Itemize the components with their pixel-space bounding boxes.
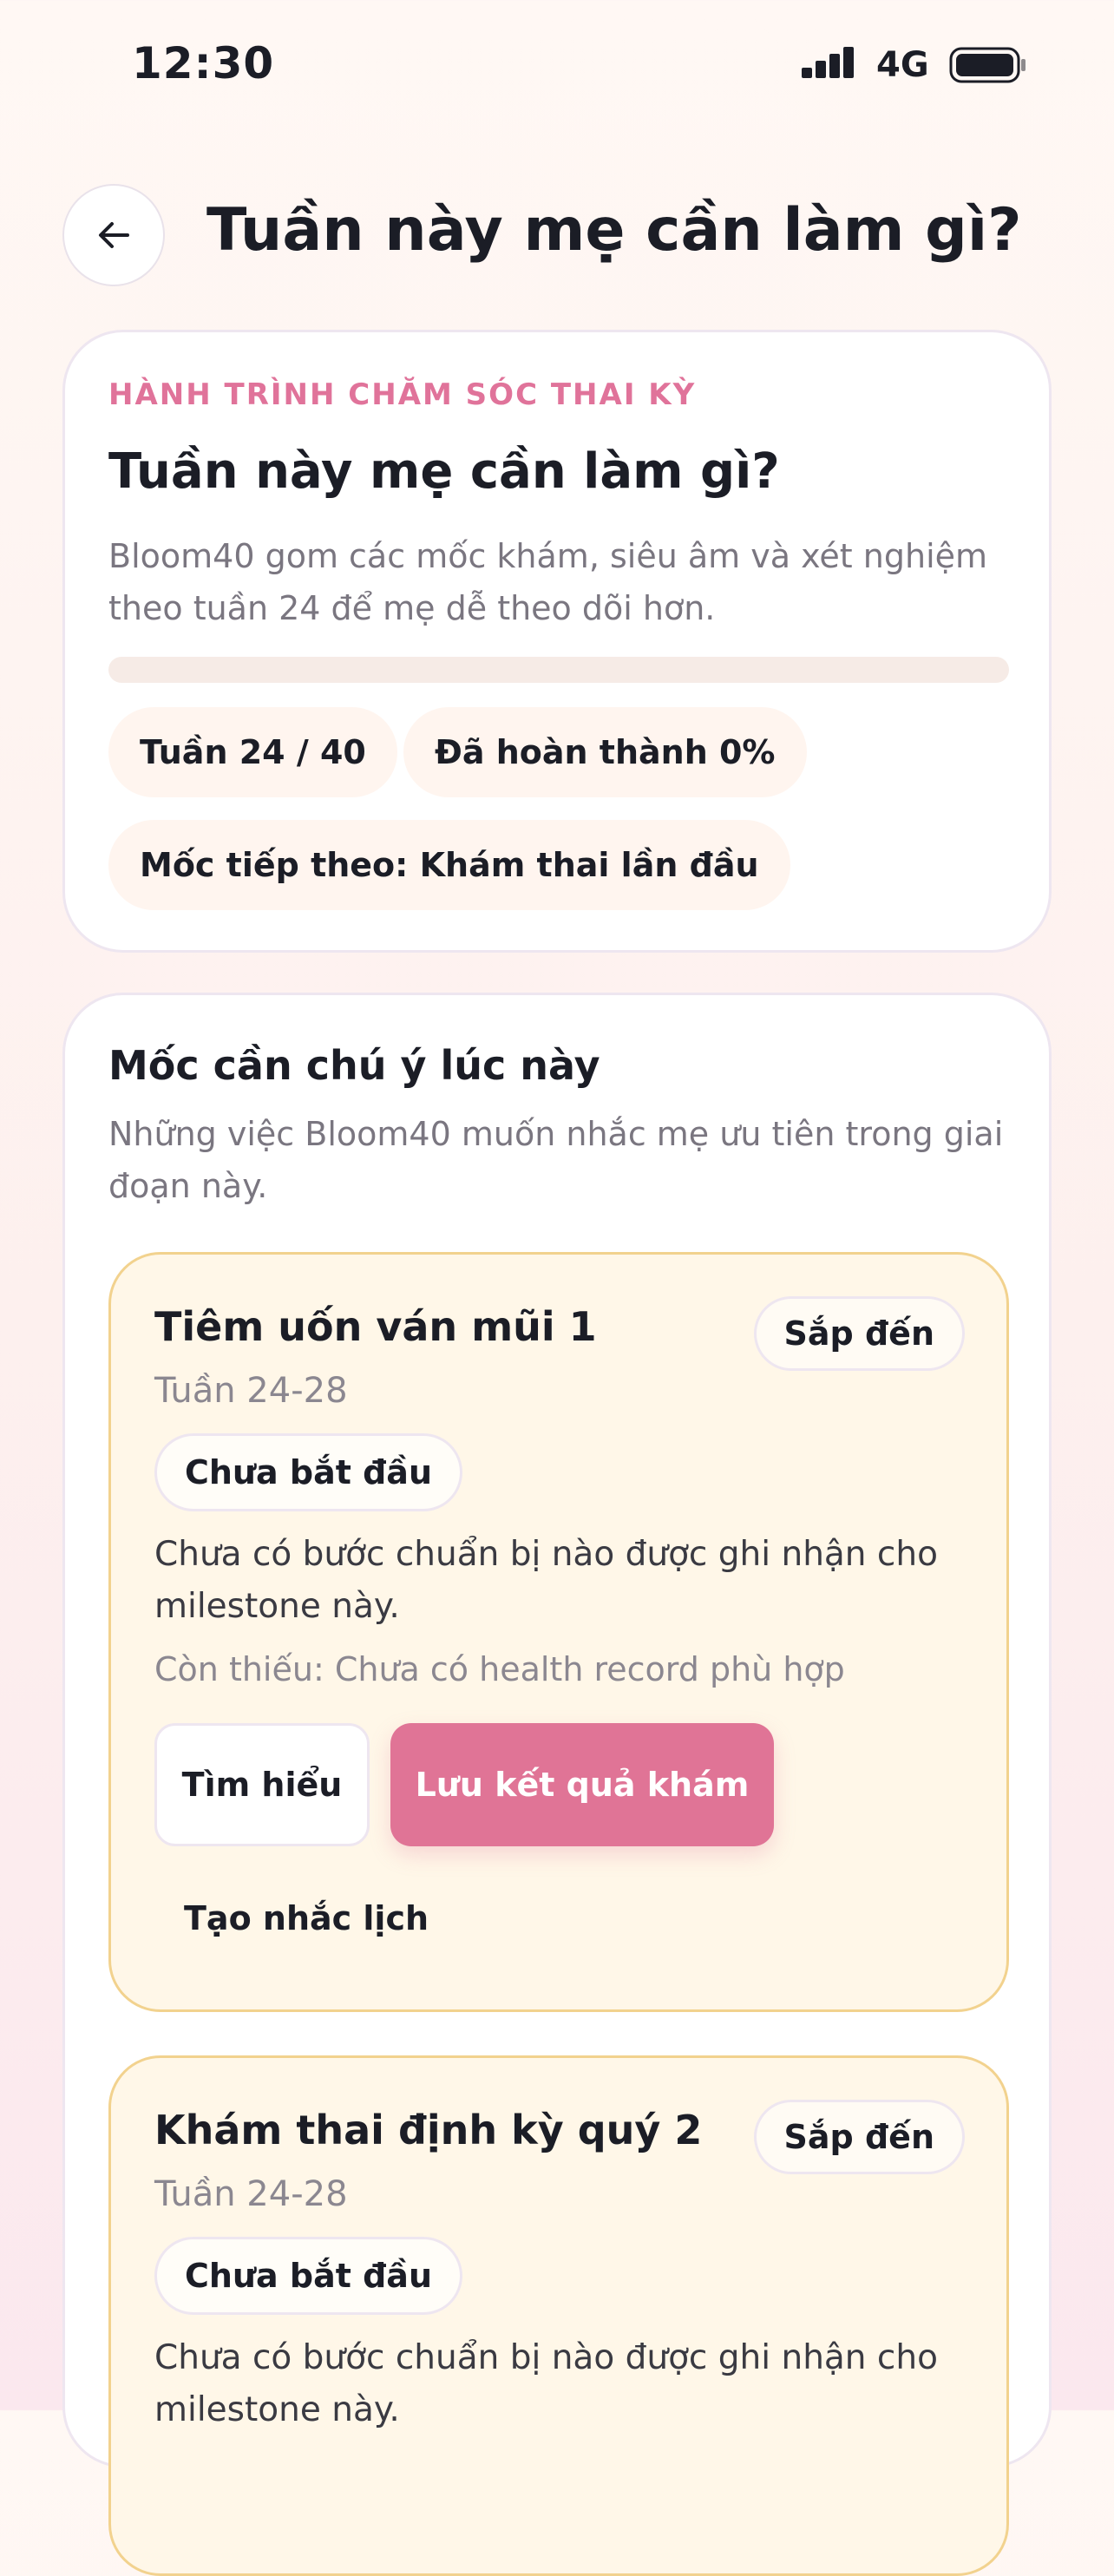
progress-state-pill: Chưa bắt đầu	[154, 2237, 462, 2315]
page-title: Tuần này mẹ cần làm gì?	[206, 196, 1022, 265]
journey-description: Bloom40 gom các mốc khám, siêu âm và xét…	[108, 537, 988, 627]
week-chip: Tuần 24 / 40	[108, 707, 397, 797]
journey-summary-card: HÀNH TRÌNH CHĂM SÓC THAI KỲ Tuần này mẹ …	[62, 330, 1052, 953]
milestone-week: Tuần 24-28	[154, 1371, 348, 1411]
network-type: 4G	[876, 45, 929, 85]
milestone-title: Tiêm uốn ván mũi 1	[154, 1303, 597, 1350]
status-badge: Sắp đến	[753, 1296, 965, 1371]
milestone-title: Khám thai định kỳ quý 2	[154, 2107, 703, 2153]
save-exam-result-button[interactable]: Lưu kết quả khám	[390, 1723, 774, 1846]
status-time: 12:30	[132, 38, 275, 88]
progress-bar	[108, 657, 1009, 683]
journey-title: Tuần này mẹ cần làm gì?	[108, 443, 780, 500]
status-bar: 12:30 4G	[0, 0, 1114, 130]
next-milestone-chip: Mốc tiếp theo: Khám thai lần đầu	[108, 820, 790, 910]
journey-eyebrow: HÀNH TRÌNH CHĂM SÓC THAI KỲ	[108, 377, 697, 412]
status-badge: Sắp đến	[753, 2100, 965, 2174]
arrow-left-icon	[99, 222, 129, 248]
battery-icon	[949, 47, 1026, 83]
section-description: Những việc Bloom40 muốn nhắc mẹ ưu tiên …	[108, 1115, 1004, 1205]
section-title: Mốc cần chú ý lúc này	[108, 1042, 600, 1089]
back-button[interactable]	[62, 184, 165, 286]
milestone-description: Chưa có bước chuẩn bị nào được ghi nhận …	[154, 1535, 938, 1626]
learn-more-button[interactable]: Tìm hiểu	[154, 1723, 370, 1846]
milestone-week: Tuần 24-28	[154, 2174, 348, 2214]
progress-state-pill: Chưa bắt đầu	[154, 1433, 462, 1511]
completion-chip: Đã hoàn thành 0%	[403, 707, 807, 797]
missing-requirements: Còn thiếu: Chưa có health record phù hợp	[154, 1650, 845, 1688]
milestone-card: Khám thai định kỳ quý 2 Sắp đến Tuần 24-…	[108, 2055, 1009, 2576]
milestone-card: Tiêm uốn ván mũi 1 Sắp đến Tuần 24-28 Ch…	[108, 1252, 1009, 2012]
create-reminder-button[interactable]: Tạo nhắc lịch	[154, 1879, 458, 1957]
cellular-signal-icon	[802, 47, 854, 78]
milestone-description: Chưa có bước chuẩn bị nào được ghi nhận …	[154, 2338, 938, 2429]
milestones-card: Mốc cần chú ý lúc này Những việc Bloom40…	[62, 993, 1052, 2576]
